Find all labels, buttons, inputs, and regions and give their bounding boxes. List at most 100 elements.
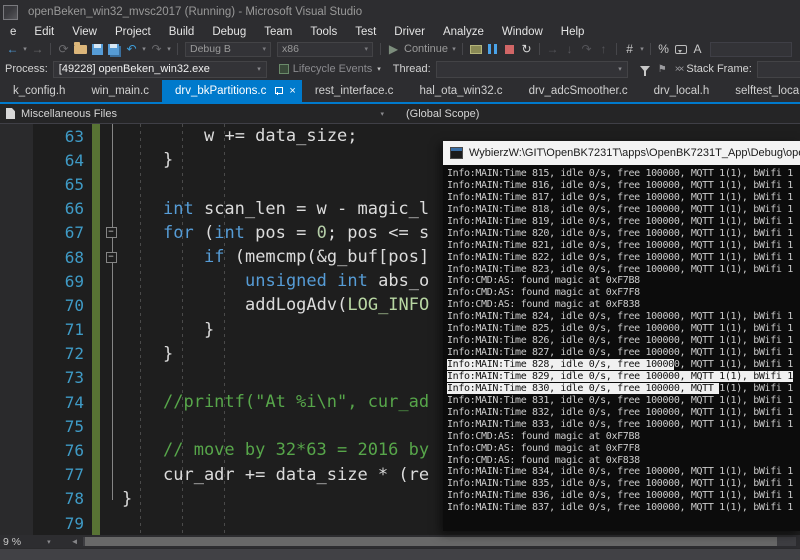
parallel-watch-icon[interactable]: % bbox=[655, 41, 672, 57]
process-combo[interactable]: [49228] openBeken_win32.exe ▾ bbox=[53, 61, 267, 78]
restart-icon[interactable]: ↻ bbox=[518, 41, 535, 57]
outlining-margin[interactable] bbox=[100, 342, 122, 366]
nav-back-icon[interactable]: ← bbox=[4, 41, 21, 57]
tab-drv-local-h[interactable]: drv_local.h bbox=[641, 80, 723, 102]
outlining-margin[interactable] bbox=[100, 414, 122, 438]
outlining-margin[interactable] bbox=[100, 487, 122, 511]
solution-config-combo[interactable]: Debug B▾ bbox=[185, 42, 271, 57]
show-next-statement-icon[interactable]: → bbox=[544, 41, 561, 57]
breakpoint-margin[interactable] bbox=[0, 438, 33, 462]
outlining-margin[interactable]: − bbox=[100, 245, 122, 269]
outlining-margin[interactable] bbox=[100, 172, 122, 196]
chevron-down-icon[interactable]: ▾ bbox=[140, 45, 148, 53]
pin-icon[interactable] bbox=[274, 87, 282, 95]
breakpoint-margin[interactable] bbox=[0, 342, 33, 366]
step-over-icon[interactable]: ↷ bbox=[578, 41, 595, 57]
breakpoint-margin[interactable] bbox=[0, 390, 33, 414]
horizontal-scrollbar-track[interactable] bbox=[83, 537, 796, 546]
outlining-margin[interactable] bbox=[100, 390, 122, 414]
console-window[interactable]: WybierzW:\GIT\OpenBK7231T\apps\OpenBK723… bbox=[443, 141, 800, 531]
close-icon[interactable]: × bbox=[289, 86, 295, 96]
hex-display-icon[interactable]: # bbox=[621, 41, 638, 57]
redo-icon[interactable]: ↷ bbox=[148, 41, 165, 57]
outlining-margin[interactable] bbox=[100, 148, 122, 172]
menu-item-edit[interactable]: Edit bbox=[25, 24, 63, 40]
save-icon[interactable] bbox=[89, 41, 106, 57]
menu-item-team[interactable]: Team bbox=[255, 24, 301, 40]
menu-item-tools[interactable]: Tools bbox=[301, 24, 346, 40]
attach-icon[interactable] bbox=[467, 41, 484, 57]
chevron-down-icon[interactable]: ▾ bbox=[165, 45, 173, 53]
tab-rest-interface-c[interactable]: rest_interface.c bbox=[302, 80, 407, 102]
toolbar-search-field[interactable] bbox=[710, 42, 792, 57]
breakpoint-margin[interactable] bbox=[0, 463, 33, 487]
lifecycle-events-label[interactable]: Lifecycle Events bbox=[293, 63, 372, 75]
thread-combo[interactable]: ▾ bbox=[436, 61, 628, 78]
project-scope-combo[interactable]: Miscellaneous Files ▾ bbox=[0, 104, 400, 123]
menu-item-build[interactable]: Build bbox=[160, 24, 204, 40]
menu-item-analyze[interactable]: Analyze bbox=[434, 24, 493, 40]
flag-threads-icon[interactable]: ⚑ bbox=[658, 64, 667, 75]
chevron-down-icon[interactable]: ▾ bbox=[638, 45, 646, 53]
outlining-margin[interactable]: − bbox=[100, 221, 122, 245]
breakpoint-margin[interactable] bbox=[0, 221, 33, 245]
global-scope-combo[interactable]: (Global Scope) bbox=[400, 104, 800, 123]
breakpoint-margin[interactable] bbox=[0, 487, 33, 511]
continue-button-label[interactable]: Continue bbox=[404, 43, 448, 55]
menu-item-e[interactable]: e bbox=[1, 24, 25, 40]
step-into-icon[interactable]: ↓ bbox=[561, 41, 578, 57]
outlining-margin[interactable] bbox=[100, 293, 122, 317]
save-all-icon[interactable] bbox=[106, 41, 123, 57]
outlining-margin[interactable] bbox=[100, 269, 122, 293]
step-out-icon[interactable]: ↑ bbox=[595, 41, 612, 57]
continue-play-icon[interactable]: ▶ bbox=[385, 41, 402, 57]
tab-selftest-local-h[interactable]: selftest_local.h bbox=[722, 80, 800, 102]
breakpoint-margin[interactable] bbox=[0, 293, 33, 317]
chevron-down-icon[interactable]: ▾ bbox=[21, 45, 29, 53]
outlining-margin[interactable] bbox=[100, 318, 122, 342]
menu-item-debug[interactable]: Debug bbox=[203, 24, 255, 40]
tab-hal-ota-win32-c[interactable]: hal_ota_win32.c bbox=[406, 80, 515, 102]
breakpoint-margin[interactable] bbox=[0, 318, 33, 342]
breakpoint-margin[interactable] bbox=[0, 124, 33, 148]
outlining-margin[interactable] bbox=[100, 124, 122, 148]
horizontal-scrollbar-thumb[interactable] bbox=[85, 537, 777, 546]
outlining-margin[interactable] bbox=[100, 197, 122, 221]
sync-icon[interactable]: ⟳ bbox=[55, 41, 72, 57]
menu-item-driver[interactable]: Driver bbox=[385, 24, 434, 40]
fold-collapse-icon[interactable]: − bbox=[106, 227, 117, 238]
breakpoint-margin[interactable] bbox=[0, 245, 33, 269]
breakpoint-margin[interactable] bbox=[0, 197, 33, 221]
text-cursor-icon[interactable]: A bbox=[689, 41, 706, 57]
menu-item-help[interactable]: Help bbox=[552, 24, 594, 40]
outlining-margin[interactable] bbox=[100, 366, 122, 390]
chevron-down-icon[interactable]: ▾ bbox=[450, 45, 458, 53]
tab-drv-adcsmoother-c[interactable]: drv_adcSmoother.c bbox=[516, 80, 641, 102]
open-folder-icon[interactable] bbox=[72, 41, 89, 57]
outlining-margin[interactable] bbox=[100, 438, 122, 462]
outlining-margin[interactable] bbox=[100, 511, 122, 535]
nav-forward-icon[interactable]: → bbox=[29, 41, 46, 57]
breakpoint-margin[interactable] bbox=[0, 366, 33, 390]
menu-item-project[interactable]: Project bbox=[106, 24, 160, 40]
tab-win-main-c[interactable]: win_main.c bbox=[78, 80, 162, 102]
filter-funnel-icon[interactable] bbox=[640, 66, 650, 72]
stack-frame-combo[interactable]: ▾ bbox=[757, 61, 800, 78]
menu-item-test[interactable]: Test bbox=[346, 24, 385, 40]
platform-combo[interactable]: x86▾ bbox=[277, 42, 373, 57]
break-all-icon[interactable] bbox=[484, 41, 501, 57]
menu-item-view[interactable]: View bbox=[63, 24, 106, 40]
console-titlebar[interactable]: WybierzW:\GIT\OpenBK7231T\apps\OpenBK723… bbox=[443, 141, 800, 165]
fold-collapse-icon[interactable]: − bbox=[106, 252, 117, 263]
tab-k-config-h[interactable]: k_config.h bbox=[0, 80, 78, 102]
console-output[interactable]: Info:MAIN:Time 815, idle 0/s, free 10000… bbox=[443, 165, 800, 531]
suspend-threads-icon[interactable]: ×× bbox=[675, 64, 683, 75]
stop-debugging-icon[interactable] bbox=[501, 41, 518, 57]
breakpoint-margin[interactable] bbox=[0, 148, 33, 172]
editor-zoom-combo[interactable]: 9 % ▾ bbox=[0, 535, 57, 548]
outlining-margin[interactable] bbox=[100, 463, 122, 487]
breakpoint-margin[interactable] bbox=[0, 414, 33, 438]
breakpoint-margin[interactable] bbox=[0, 172, 33, 196]
breakpoint-margin[interactable] bbox=[0, 511, 33, 535]
titlebar[interactable]: openBeken_win32_mvsc2017 (Running) - Mic… bbox=[0, 0, 800, 24]
